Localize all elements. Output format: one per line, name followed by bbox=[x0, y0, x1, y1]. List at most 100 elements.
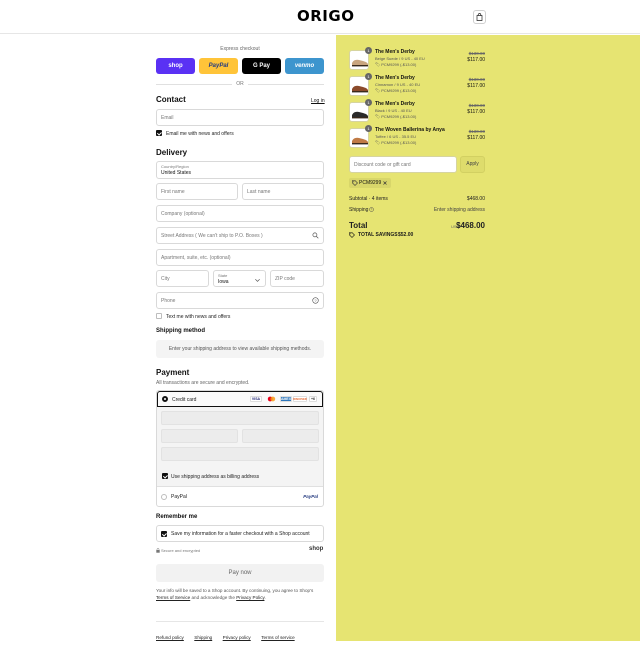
pay-now-button[interactable]: Pay now bbox=[156, 564, 324, 582]
shipping-link[interactable]: Shipping bbox=[194, 635, 212, 640]
email-field[interactable]: Email bbox=[156, 109, 324, 126]
mastercard-circles bbox=[267, 396, 275, 402]
venmo-label: venmo bbox=[294, 63, 315, 69]
shop-logo-icon: shop bbox=[309, 546, 324, 552]
billing-same-label: Use shipping address as billing address bbox=[171, 474, 260, 480]
country-select[interactable]: Country/Region United States bbox=[156, 161, 324, 179]
discover-logo-text: DISCOVER bbox=[293, 397, 307, 401]
shipping-method-heading: Shipping method bbox=[156, 328, 205, 334]
paypal-logo-icon: PayPal bbox=[303, 494, 318, 499]
visa-logo-text: VISA bbox=[251, 397, 261, 401]
tag-icon: 🏷︎ bbox=[375, 88, 381, 93]
subtotal-label: Subtotal · 4 items bbox=[349, 196, 388, 202]
card-number-field[interactable] bbox=[161, 411, 319, 425]
company-field[interactable]: Company (optional) bbox=[156, 205, 324, 222]
card-cvv-field[interactable] bbox=[242, 429, 319, 443]
email-placeholder: Email bbox=[161, 115, 174, 121]
discounted-price: $117.00 bbox=[467, 109, 485, 115]
product-variant: Beige Suede / 9 US - 40 EU bbox=[375, 56, 425, 61]
google-pay-button[interactable]: G Pay bbox=[242, 58, 281, 74]
zip-placeholder: ZIP code bbox=[275, 276, 295, 282]
state-select[interactable]: State Iowa bbox=[213, 270, 266, 287]
last-name-placeholder: Last name bbox=[247, 189, 271, 195]
delivery-heading: Delivery bbox=[156, 148, 188, 157]
mastercard-logo-icon bbox=[265, 396, 277, 402]
country-value: United States bbox=[161, 170, 192, 176]
chevron-down-icon bbox=[255, 278, 260, 282]
product-discount-text: PCM9299 (-$13.00) bbox=[381, 140, 417, 145]
last-name-field[interactable]: Last name bbox=[242, 183, 324, 200]
first-name-field[interactable]: First name bbox=[156, 183, 238, 200]
shipping-label: Shipping bbox=[349, 207, 369, 213]
footer-links: Refund policy Shipping Privacy policy Te… bbox=[156, 621, 324, 644]
product-name: The Woven Ballerina by Anya bbox=[375, 127, 445, 133]
brand-logo[interactable]: ORIGO bbox=[297, 7, 354, 25]
discover-logo-icon: DISCOVER bbox=[293, 396, 307, 402]
legal-and-ack: and acknowledge the bbox=[191, 595, 235, 600]
original-price: $130.00 bbox=[468, 129, 485, 134]
apply-discount-button[interactable]: Apply bbox=[460, 156, 485, 173]
total-savings-label: TOTAL SAVINGS bbox=[358, 232, 398, 238]
tag-icon bbox=[352, 180, 358, 186]
help-circle-icon[interactable]: ? bbox=[312, 297, 319, 304]
privacy-link[interactable]: Privacy Policy bbox=[236, 595, 264, 600]
quantity-badge: 1 bbox=[365, 99, 372, 106]
address-field[interactable]: Street Address ( We can't ship to P.O. B… bbox=[156, 227, 324, 244]
discounted-price: $117.00 bbox=[467, 135, 485, 141]
apartment-placeholder: Apartment, suite, etc. (optional) bbox=[161, 255, 231, 261]
total-savings-value: $52.00 bbox=[398, 232, 414, 238]
apartment-field[interactable]: Apartment, suite, etc. (optional) bbox=[156, 249, 324, 266]
text-news-label: Text me with news and offers bbox=[166, 314, 231, 320]
payment-options: Credit card VISA AMEX DISCOVER +6 Use sh… bbox=[156, 390, 324, 507]
discount-code-input[interactable]: Discount code or gift card bbox=[349, 156, 457, 173]
total-label: Total bbox=[349, 221, 368, 230]
billing-same-checkbox[interactable] bbox=[162, 473, 168, 479]
product-discount: 🏷︎ PCM9299 (-$13.00) bbox=[375, 88, 416, 93]
tag-icon: 🏷︎ bbox=[375, 114, 381, 119]
credit-card-option[interactable]: Credit card VISA AMEX DISCOVER +6 bbox=[157, 391, 323, 407]
subtotal-value: $468.00 bbox=[466, 196, 485, 202]
phone-field[interactable]: Phone ? bbox=[156, 292, 324, 309]
shoe-icon bbox=[352, 85, 368, 93]
login-link[interactable]: Log in bbox=[311, 98, 325, 104]
privacy-policy-link[interactable]: Privacy policy bbox=[223, 635, 251, 640]
venmo-button[interactable]: venmo bbox=[285, 58, 324, 74]
help-circle-icon[interactable]: ? bbox=[369, 207, 374, 212]
product-discount: 🏷︎ PCM9299 (-$13.00) bbox=[375, 114, 416, 119]
discounted-price: $117.00 bbox=[467, 57, 485, 63]
cart-button[interactable] bbox=[473, 10, 486, 24]
shop-pay-button[interactable]: shop bbox=[156, 58, 195, 74]
credit-card-label: Credit card bbox=[172, 397, 197, 403]
card-name-field[interactable] bbox=[161, 447, 319, 461]
shop-pay-label: shop bbox=[168, 63, 183, 69]
summary-footer-area bbox=[336, 641, 640, 667]
remove-discount-icon[interactable] bbox=[383, 181, 387, 185]
paypal-radio[interactable] bbox=[161, 494, 167, 500]
city-placeholder: City bbox=[161, 276, 170, 282]
savings-tag-icon bbox=[349, 232, 355, 238]
paypal-option-label: PayPal bbox=[171, 494, 187, 500]
secure-encrypted-text: Secure and encrypted bbox=[161, 548, 201, 553]
or-text: OR bbox=[236, 81, 244, 87]
tag-icon: 🏷︎ bbox=[375, 140, 381, 145]
refund-policy-link[interactable]: Refund policy bbox=[156, 635, 184, 640]
city-field[interactable]: City bbox=[156, 270, 209, 287]
product-discount-text: PCM9299 (-$13.00) bbox=[381, 114, 417, 119]
paypal-option[interactable]: PayPal PayPal bbox=[157, 487, 323, 507]
zip-field[interactable]: ZIP code bbox=[270, 270, 324, 287]
save-info-checkbox[interactable] bbox=[161, 531, 167, 537]
country-label: Country/Region bbox=[161, 164, 189, 169]
legal-text: Your info will be saved to a Shop accoun… bbox=[156, 587, 324, 601]
email-news-checkbox[interactable] bbox=[156, 130, 162, 136]
credit-card-radio[interactable] bbox=[162, 396, 168, 402]
terms-of-service-link[interactable]: Terms of service bbox=[261, 635, 294, 640]
terms-link[interactable]: Terms of Service bbox=[156, 595, 190, 600]
state-label: State bbox=[218, 273, 228, 278]
quantity-badge: 1 bbox=[365, 73, 372, 80]
checkout-form: Express checkout shop PayPal G Pay venmo… bbox=[0, 35, 336, 667]
card-expiry-field[interactable] bbox=[161, 429, 238, 443]
text-news-checkbox[interactable] bbox=[156, 313, 162, 319]
paypal-button[interactable]: PayPal bbox=[199, 58, 238, 74]
lock-icon bbox=[156, 548, 160, 553]
original-price: $130.00 bbox=[468, 51, 485, 56]
